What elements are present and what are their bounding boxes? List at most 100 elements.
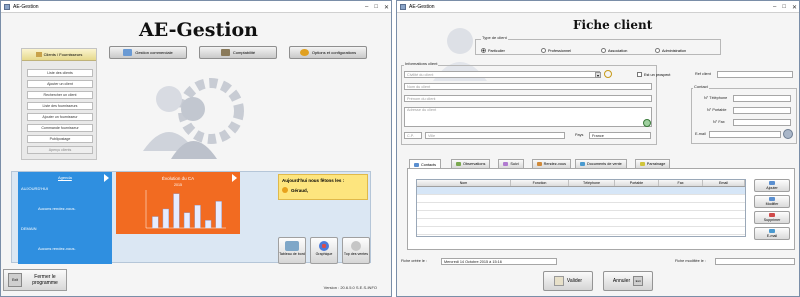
city-field[interactable]: Ville: [425, 132, 565, 139]
modify-contact-button[interactable]: Modifier: [754, 195, 790, 208]
table-row[interactable]: [417, 195, 745, 203]
col-telephone[interactable]: Téléphone: [569, 180, 615, 186]
today-appointments: Aucuns rendez-vous.: [38, 206, 76, 211]
minimize-icon[interactable]: –: [773, 4, 776, 10]
graphic-tile[interactable]: Graphique: [310, 237, 338, 264]
menu-add-supplier[interactable]: Ajouter un fournisseur: [27, 113, 93, 121]
agenda-next-icon[interactable]: [104, 174, 109, 182]
menu-list-clients[interactable]: Liste des clients: [27, 69, 93, 77]
modified-label: Fiche modifiée le :: [675, 259, 706, 263]
email-field[interactable]: [709, 131, 781, 138]
close-icon[interactable]: ✕: [384, 4, 389, 11]
created-date-value: Mercredi 14 Octobre 2015 à 15:16: [444, 259, 502, 264]
observations-icon: [455, 162, 461, 166]
search-icon[interactable]: [604, 70, 612, 78]
delete-contact-icon: [769, 213, 775, 217]
minimize-icon[interactable]: –: [365, 4, 368, 10]
options-button[interactable]: Options et configurations: [289, 46, 367, 59]
close-program-label: Fermer le programme: [32, 274, 58, 286]
email-label: E-mail: [695, 132, 706, 136]
ref-client-field[interactable]: [717, 71, 793, 78]
users-gear-illustration: [143, 78, 244, 159]
main-titlebar: AE-Gestion – □ ✕: [1, 1, 391, 13]
prospect-checkbox[interactable]: Est un prospect: [637, 72, 670, 77]
tab-observations[interactable]: Observations: [450, 159, 491, 168]
col-portable[interactable]: Portable: [615, 180, 659, 186]
lastname-field[interactable]: Nom du client: [404, 83, 652, 90]
tab-label: Observations: [462, 162, 486, 166]
radio-association[interactable]: Association: [601, 48, 627, 53]
dashboard-tile[interactable]: Tableau de bord: [278, 237, 306, 264]
maximize-icon[interactable]: □: [782, 4, 786, 10]
close-program-button[interactable]: Exit Fermer le programme: [3, 269, 67, 291]
menu-add-client[interactable]: Ajouter un client: [27, 80, 93, 88]
tab-suivi[interactable]: Suivi: [498, 159, 524, 168]
menu-search-client[interactable]: Rechercher un client: [27, 91, 93, 99]
tab-parrainage[interactable]: Parrainage: [634, 159, 671, 168]
accounting-button-label: Comptabilité: [232, 50, 256, 55]
col-fax[interactable]: Fax: [659, 180, 703, 186]
table-row[interactable]: [417, 219, 745, 227]
button-label: E-mail: [766, 234, 778, 238]
radio-label: Association: [608, 48, 628, 53]
commercial-button[interactable]: Gestion commerciale: [109, 46, 187, 59]
tab-rendez-vous[interactable]: Rendez-vous: [531, 159, 571, 168]
chart-bar: [183, 212, 191, 229]
contacts-table[interactable]: Nom Fonction Téléphone Portable Fax Emai…: [416, 179, 746, 237]
commercial-icon: [123, 49, 133, 56]
exit-icon: Exit: [633, 276, 644, 286]
menu-supplier-order[interactable]: Commande fournisseur: [27, 124, 93, 132]
revenue-chart-panel[interactable]: Évolution du CA 2015: [116, 172, 240, 234]
col-fonction[interactable]: Fonction: [511, 180, 569, 186]
accounting-button[interactable]: Comptabilité: [199, 46, 277, 59]
maximize-icon[interactable]: □: [374, 4, 378, 10]
table-row[interactable]: [417, 203, 745, 211]
table-row[interactable]: [417, 227, 745, 235]
send-email-icon[interactable]: [783, 129, 793, 139]
clients-suppliers-label: Clients / Fournisseurs: [43, 52, 83, 57]
clients-suppliers-header[interactable]: Clients / Fournisseurs: [22, 49, 96, 61]
close-icon[interactable]: ✕: [792, 4, 797, 11]
client-type-label: Type de client: [481, 35, 508, 40]
civility-field[interactable]: Civilité du client: [404, 71, 600, 78]
firstname-field[interactable]: Prénom du client: [404, 95, 652, 102]
country-select[interactable]: France: [589, 132, 651, 139]
menu-list-suppliers[interactable]: Liste des fournisseurs: [27, 102, 93, 110]
delete-contact-button[interactable]: Supprimer: [754, 211, 790, 224]
top-sales-icon: [351, 241, 361, 251]
map-icon[interactable]: [643, 119, 651, 127]
chart-next-icon[interactable]: [232, 174, 237, 182]
dashboard-panel: Agenda AUJOURD'HUI Aucuns rendez-vous. D…: [11, 171, 371, 264]
created-label: Fiche créée le :: [401, 259, 427, 263]
phone-field[interactable]: [733, 95, 791, 102]
col-email[interactable]: Email: [703, 180, 745, 186]
chart-bar: [173, 193, 180, 229]
col-nom[interactable]: Nom: [417, 180, 511, 186]
city-placeholder: Ville: [428, 133, 436, 138]
radio-administration[interactable]: Administration: [655, 48, 686, 53]
menu-mailing[interactable]: Publipostage: [27, 135, 93, 143]
contacts-table-header: Nom Fonction Téléphone Portable Fax Emai…: [417, 180, 745, 187]
add-contact-button[interactable]: Ajouter: [754, 179, 790, 192]
tab-label: Parrainage: [646, 162, 666, 166]
address-field[interactable]: Adresse du client: [404, 107, 652, 127]
fax-field[interactable]: [733, 119, 791, 126]
contact-label: Contact: [693, 84, 709, 89]
radio-professionnel[interactable]: Professionnel: [541, 48, 571, 53]
parrainage-icon: [639, 162, 645, 166]
table-row[interactable]: [417, 187, 745, 195]
civility-dropdown-icon[interactable]: ▾: [595, 72, 601, 78]
chart-title: Évolution du CA: [162, 175, 194, 181]
validate-button[interactable]: Valider: [543, 271, 593, 291]
cancel-button[interactable]: Annuler Exit: [603, 271, 653, 291]
radio-particulier[interactable]: Particulier: [481, 48, 505, 53]
menu-clients-preview[interactable]: Aperçu clients: [27, 146, 93, 154]
chart-bar: [194, 205, 201, 229]
mobile-field[interactable]: [733, 107, 791, 114]
email-contact-button[interactable]: E-mail: [754, 227, 790, 240]
top-sales-tile[interactable]: Top des ventes: [342, 237, 370, 264]
tab-documents[interactable]: Documents de vente: [574, 159, 627, 168]
documents-icon: [579, 162, 585, 166]
table-row[interactable]: [417, 211, 745, 219]
postal-code-field[interactable]: C.P.: [404, 132, 422, 139]
